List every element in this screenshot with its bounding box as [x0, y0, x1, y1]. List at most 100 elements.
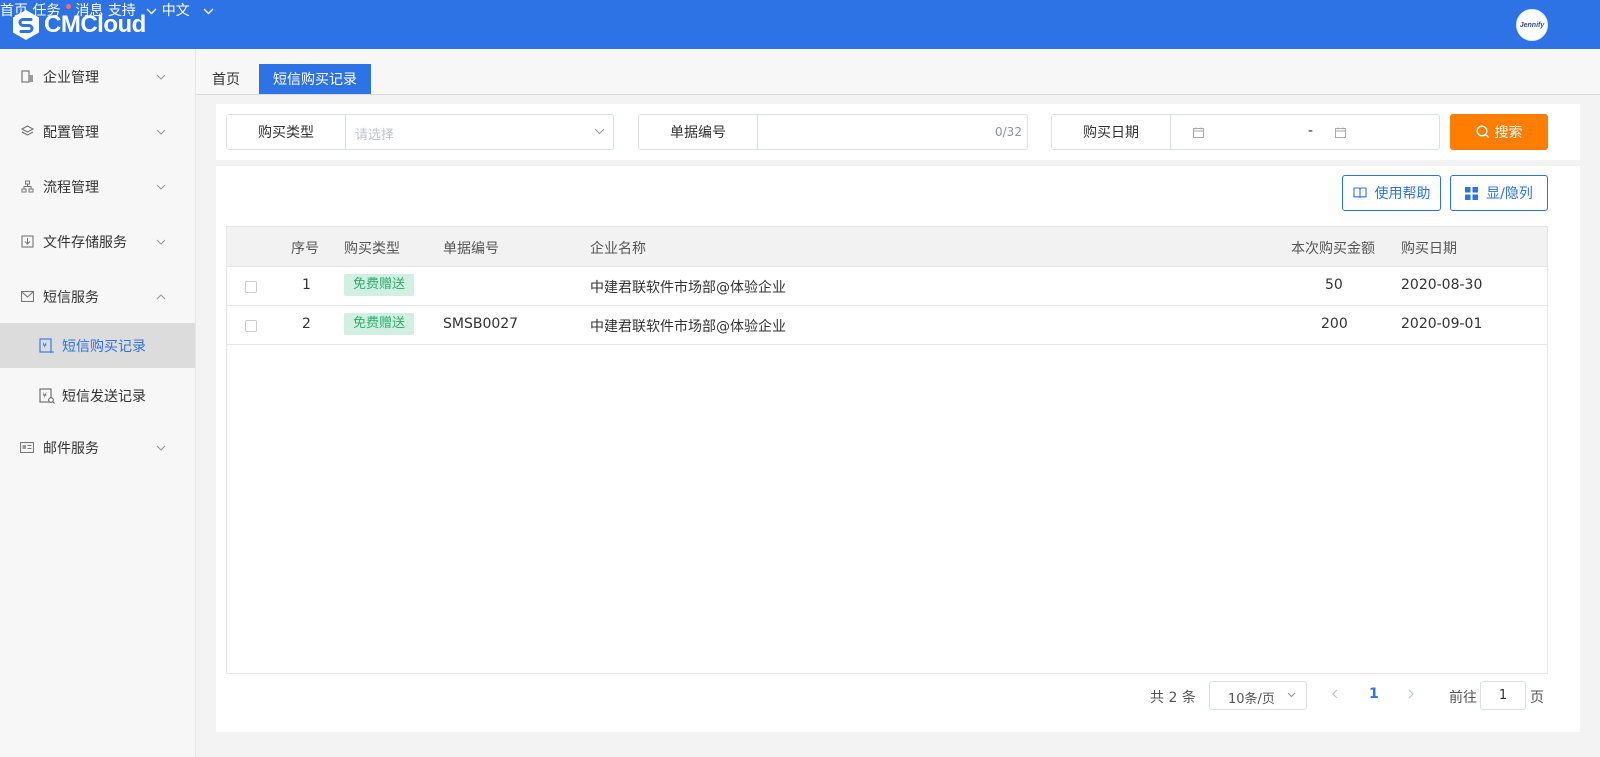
help-button[interactable]: 使用帮助	[1342, 175, 1441, 211]
logo[interactable]: CMCloud	[10, 9, 146, 41]
book-icon	[1352, 187, 1367, 199]
cell-amount: 200	[1321, 316, 1348, 332]
order-no-label: 单据编号	[639, 115, 758, 149]
chevron-down-icon	[146, 8, 157, 15]
help-button-label: 使用帮助	[1374, 186, 1431, 202]
next-page-icon[interactable]	[1406, 689, 1416, 699]
column-header[interactable]: 购买类型	[344, 238, 400, 258]
sidebar: 企业管理 配置管理 流程管理 文件存储服务 短信服务 ¥ 短信购买记录 ¥ 短信…	[0, 49, 196, 757]
column-header[interactable]: 单据编号	[443, 238, 499, 258]
date-separator: -	[1308, 123, 1314, 139]
toggle-columns-button[interactable]: 显/隐列	[1450, 175, 1548, 211]
content-panel: 使用帮助 显/隐列 序号 购买类型 单据编号 企业名称 本次购买金额 购买日期 …	[216, 166, 1580, 732]
svg-text:¥: ¥	[43, 391, 48, 399]
sidebar-item-enterprise[interactable]: 企业管理	[0, 49, 195, 104]
cell-index: 2	[302, 316, 311, 332]
search-icon	[1475, 125, 1489, 138]
column-header[interactable]: 企业名称	[590, 238, 646, 258]
nav-language[interactable]: 中文	[162, 3, 214, 19]
purchase-type-label: 购买类型	[227, 115, 346, 149]
sidebar-item-sms[interactable]: 短信服务	[0, 269, 195, 324]
calendar-icon	[1335, 127, 1346, 138]
id-card-icon	[20, 441, 34, 455]
sidebar-item-label: 邮件服务	[43, 440, 99, 457]
table-header: 序号 购买类型 单据编号 企业名称 本次购买金额 购买日期	[227, 227, 1547, 267]
cell-date: 2020-09-01	[1401, 316, 1483, 332]
svg-text:¥: ¥	[43, 341, 48, 349]
tab-home[interactable]: 首页	[212, 64, 240, 94]
sidebar-item-config[interactable]: 配置管理	[0, 104, 195, 159]
sidebar-subitem-sms-send[interactable]: ¥ 短信发送记录	[0, 373, 195, 418]
layers-icon	[20, 125, 34, 139]
receipt-icon: ¥	[39, 337, 54, 353]
pagination-total-count: 2	[1168, 690, 1178, 706]
cell-company: 中建君联软件市场部@体验企业	[590, 319, 786, 335]
search-button-label: 搜索	[1494, 125, 1523, 141]
calendar-icon	[1193, 127, 1204, 138]
sidebar-item-mail[interactable]: 邮件服务	[0, 420, 195, 475]
logo-icon	[13, 10, 39, 40]
order-no-input[interactable]: 单据编号 0/32	[638, 114, 1028, 150]
chevron-up-icon	[156, 293, 166, 299]
main-content: 首页 短信购买记录 购买类型 请选择 单据编号 0/32 购买日期 - 搜索 使…	[196, 49, 1600, 757]
column-header[interactable]: 序号	[291, 238, 319, 258]
purchase-type-select[interactable]: 购买类型 请选择	[226, 114, 614, 150]
cell-date: 2020-08-30	[1401, 277, 1483, 293]
page-size-select[interactable]: 10条/页	[1209, 681, 1307, 710]
sidebar-item-label: 配置管理	[43, 124, 99, 141]
flow-icon	[20, 180, 34, 194]
download-box-icon	[20, 235, 34, 249]
sidebar-subitem-sms-purchase[interactable]: ¥ 短信购买记录	[0, 323, 195, 368]
logo-text: CMCloud	[44, 11, 146, 38]
tab-sms-purchase[interactable]: 短信购买记录	[259, 64, 371, 94]
goto-page-input[interactable]: 1	[1480, 681, 1526, 710]
sidebar-item-label: 企业管理	[43, 69, 99, 86]
chevron-down-icon	[156, 239, 166, 245]
table-row[interactable]: 1 免费赠送 中建君联软件市场部@体验企业 50 2020-08-30	[227, 267, 1547, 306]
chevron-down-icon	[156, 184, 166, 190]
pagination-total: 共 2 条	[1150, 687, 1196, 707]
chevron-down-icon	[156, 445, 166, 451]
pagination-total-prefix: 共	[1150, 690, 1164, 706]
date-label: 购买日期	[1052, 115, 1171, 149]
column-header[interactable]: 本次购买金额	[1291, 238, 1375, 258]
cell-order-no: SMSB0027	[443, 316, 519, 332]
page-number-current[interactable]: 1	[1369, 686, 1379, 702]
purchase-type-badge: 免费赠送	[344, 274, 415, 296]
toggle-columns-label: 显/隐列	[1486, 186, 1533, 202]
data-table: 序号 购买类型 单据编号 企业名称 本次购买金额 购买日期 1 免费赠送 中建君…	[226, 226, 1548, 674]
row-checkbox[interactable]	[245, 320, 257, 332]
prev-page-icon[interactable]	[1330, 689, 1340, 699]
mail-icon	[20, 290, 34, 304]
chevron-down-icon	[156, 74, 166, 80]
column-header[interactable]: 购买日期	[1401, 238, 1457, 258]
cell-index: 1	[302, 277, 311, 293]
sidebar-item-label: 短信服务	[43, 289, 99, 306]
chevron-down-icon	[203, 8, 214, 15]
chevron-down-icon	[1287, 692, 1296, 698]
page-size-value: 10条/页	[1228, 692, 1275, 707]
avatar-text: Jennify	[1519, 21, 1545, 29]
sidebar-item-flow[interactable]: 流程管理	[0, 159, 195, 214]
sidebar-item-label: 文件存储服务	[43, 234, 127, 251]
search-button[interactable]: 搜索	[1450, 114, 1548, 150]
row-checkbox[interactable]	[245, 281, 257, 293]
sidebar-subitem-label: 短信发送记录	[62, 388, 146, 405]
goto-page-value: 1	[1498, 688, 1508, 703]
grid-icon	[1465, 186, 1479, 200]
chevron-down-icon	[594, 128, 605, 135]
tab-bar: 首页 短信购买记录	[196, 49, 1600, 95]
avatar[interactable]: Jennify	[1516, 9, 1548, 41]
date-range-picker[interactable]: 购买日期 -	[1051, 114, 1440, 150]
building-icon	[20, 70, 34, 84]
notification-dot	[65, 4, 71, 9]
table-row[interactable]: 2 免费赠送 SMSB0027 中建君联软件市场部@体验企业 200 2020-…	[227, 306, 1547, 345]
chevron-down-icon	[156, 129, 166, 135]
purchase-type-badge: 免费赠送	[344, 313, 415, 335]
pagination-total-suffix: 条	[1181, 690, 1196, 706]
receipt-search-icon: ¥	[39, 387, 55, 404]
sidebar-item-file-storage[interactable]: 文件存储服务	[0, 214, 195, 269]
cell-company: 中建君联软件市场部@体验企业	[590, 280, 786, 296]
order-no-char-count: 0/32	[995, 125, 1022, 139]
purchase-type-placeholder: 请选择	[355, 128, 395, 143]
